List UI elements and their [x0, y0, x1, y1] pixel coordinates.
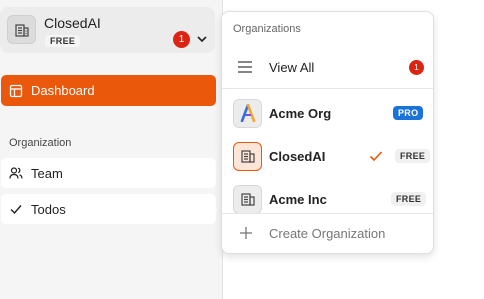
sidebar-item-todos[interactable]: Todos: [1, 194, 216, 224]
org-name: ClosedAI: [269, 148, 326, 164]
sidebar-item-label: Team: [31, 165, 63, 181]
plus-icon: [240, 227, 252, 239]
notification-badge: 1: [173, 31, 190, 48]
org-avatar: [233, 98, 262, 128]
plan-badge: FREE: [395, 149, 431, 163]
dropdown-header: Organizations: [233, 23, 301, 35]
plan-badge: FREE: [391, 192, 427, 206]
org-avatar: [7, 15, 36, 44]
check-icon: [10, 205, 22, 215]
sidebar-item-label: Todos: [31, 201, 66, 217]
section-label: Organization: [9, 137, 72, 149]
create-organization-item[interactable]: Create Organization: [222, 213, 433, 253]
menu-icon: [238, 61, 252, 73]
building-icon: [240, 150, 255, 163]
sidebar-item-dashboard[interactable]: Dashboard: [1, 75, 216, 106]
view-all-label: View All: [269, 59, 315, 75]
org-name: ClosedAI: [44, 15, 101, 31]
building-icon: [240, 193, 255, 206]
org-plan-badge: FREE: [45, 35, 81, 47]
org-item-closedai[interactable]: ClosedAI FREE: [222, 135, 433, 177]
org-name: Acme Org: [269, 105, 332, 121]
layout-icon: [9, 84, 23, 97]
org-name: Acme Inc: [269, 191, 327, 207]
check-icon: [369, 151, 383, 162]
org-switcher[interactable]: ClosedAI FREE 1: [0, 7, 215, 53]
sidebar-item-team[interactable]: Team: [1, 158, 216, 188]
view-all-item[interactable]: View All 1: [222, 46, 433, 88]
org-dropdown-menu: Organizations View All 1 Acme Org PRO Cl…: [221, 11, 434, 254]
acme-logo-icon: [240, 104, 255, 122]
plan-badge: PRO: [393, 106, 424, 120]
org-avatar: [233, 141, 262, 171]
create-organization-label: Create Organization: [269, 225, 386, 241]
org-item-acme-org[interactable]: Acme Org PRO: [222, 92, 433, 134]
building-icon: [14, 23, 29, 37]
notification-badge: 1: [409, 59, 424, 75]
chevron-down-icon[interactable]: [196, 33, 208, 45]
org-avatar: [233, 184, 262, 214]
sidebar: ClosedAI FREE 1 Dashboard Organization T…: [0, 0, 223, 299]
divider: [222, 88, 433, 89]
users-icon: [9, 167, 23, 179]
sidebar-item-label: Dashboard: [31, 83, 95, 98]
